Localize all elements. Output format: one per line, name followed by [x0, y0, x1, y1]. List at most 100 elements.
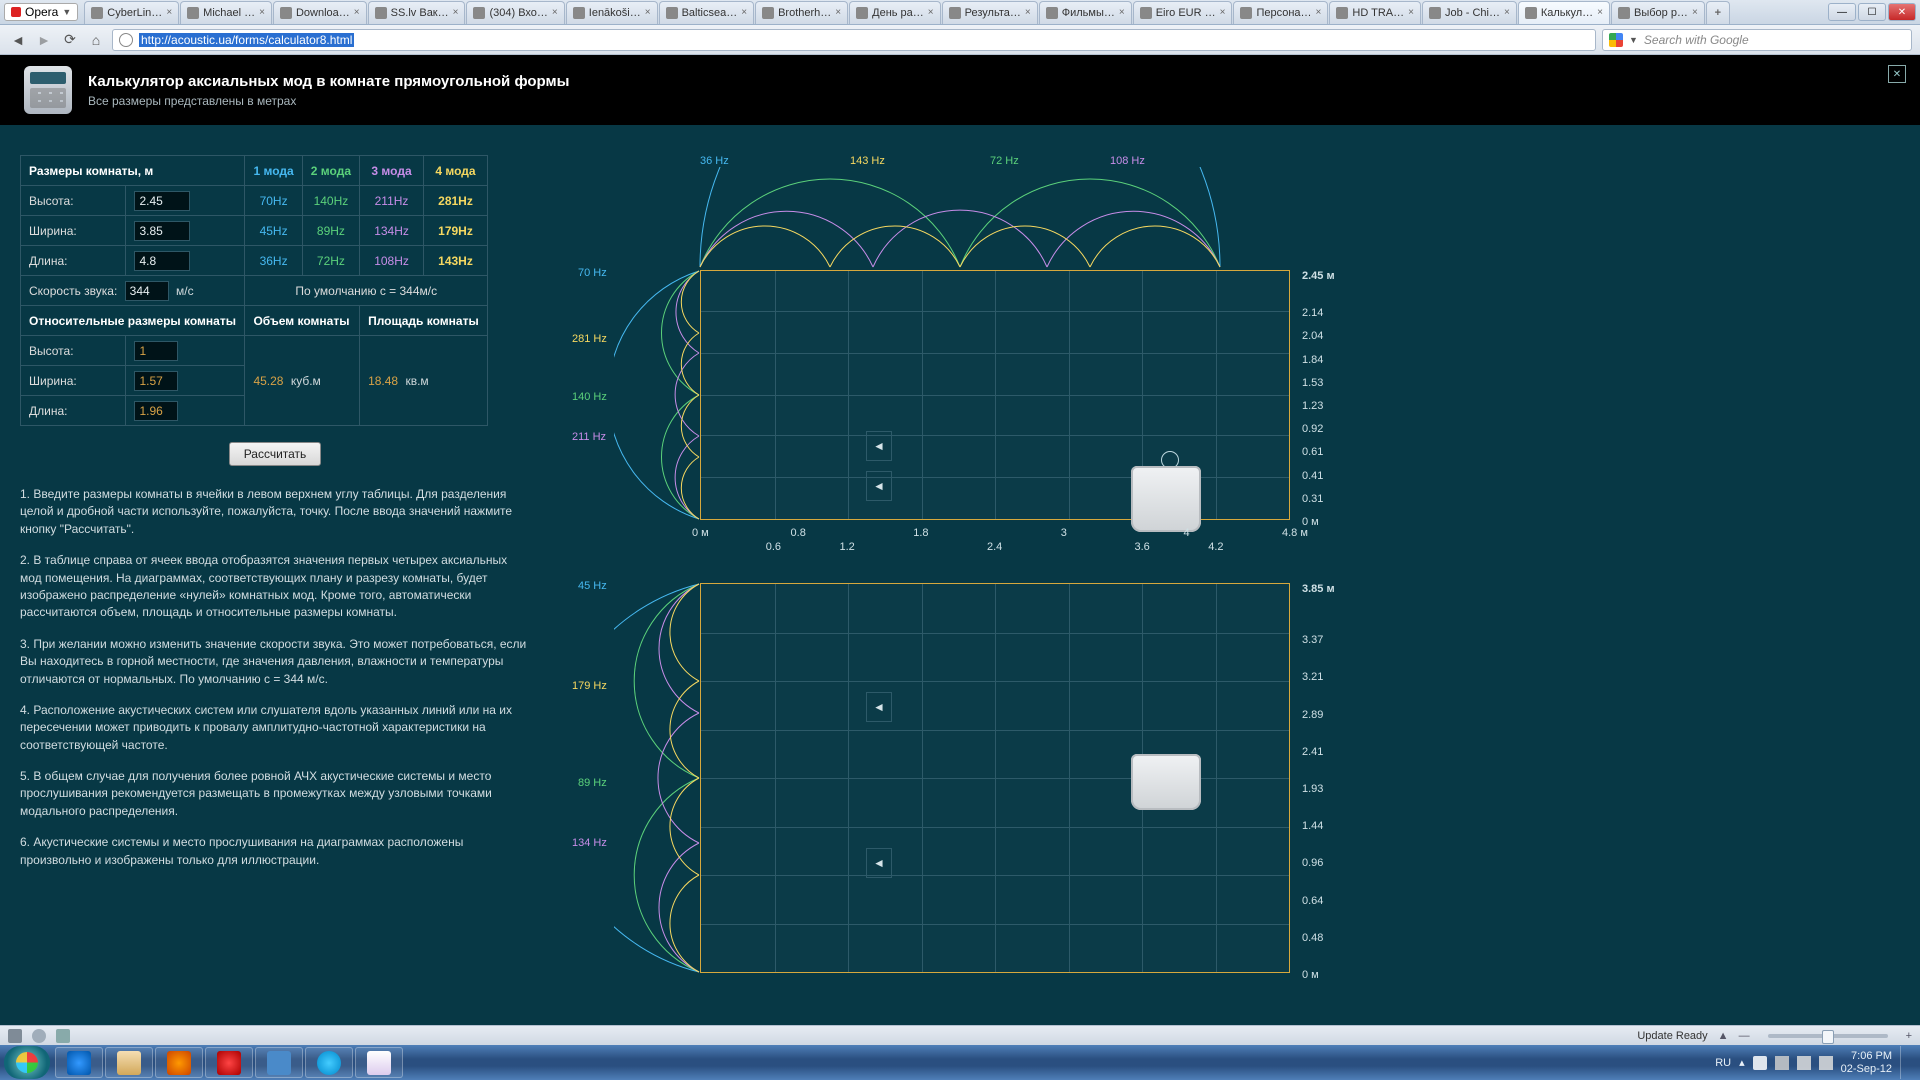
browser-tab[interactable]: Персона…×: [1233, 1, 1328, 24]
browser-tab[interactable]: HD TRA…×: [1329, 1, 1421, 24]
tab-close-icon[interactable]: ×: [1597, 7, 1603, 18]
browser-tab[interactable]: Фильмы…×: [1039, 1, 1132, 24]
tab-label: Downloa…: [296, 7, 350, 19]
link-icon[interactable]: [56, 1029, 70, 1043]
sound-speed-input[interactable]: [125, 281, 169, 301]
window-minimize-button[interactable]: —: [1828, 3, 1856, 21]
taskbar-app[interactable]: [255, 1047, 303, 1078]
browser-tab[interactable]: Job - Chi…×: [1422, 1, 1517, 24]
tab-close-icon[interactable]: ×: [1119, 7, 1125, 18]
tab-close-icon[interactable]: ×: [1692, 7, 1698, 18]
panel-close-button[interactable]: ✕: [1888, 65, 1906, 83]
width-input[interactable]: [134, 221, 190, 241]
rel-width-input[interactable]: [134, 371, 178, 391]
chevron-up-icon[interactable]: ▲: [1718, 1030, 1729, 1042]
browser-tab[interactable]: Ienākoši…×: [566, 1, 658, 24]
start-button[interactable]: [4, 1046, 50, 1079]
browser-tab[interactable]: Michael …×: [180, 1, 272, 24]
system-tray: RU ▴ 7:06 PM 02-Sep-12: [1715, 1046, 1916, 1079]
calculator-icon: [24, 66, 72, 114]
freq-label: 211 Hz: [572, 431, 606, 443]
browser-tab[interactable]: (304) Вхо…×: [466, 1, 564, 24]
instruction-paragraph: 4. Расположение акустических систем или …: [20, 702, 530, 754]
tab-close-icon[interactable]: ×: [1025, 7, 1031, 18]
browser-tab[interactable]: SS.lv Вак…×: [368, 1, 466, 24]
window-titlebar: Opera ▼ CyberLin…×Michael …×Downloa…×SS.…: [0, 0, 1920, 25]
window-close-button[interactable]: ✕: [1888, 3, 1916, 21]
tab-close-icon[interactable]: ×: [1220, 7, 1226, 18]
app-menu-button[interactable]: Opera ▼: [4, 3, 78, 21]
freq-label: 140 Hz: [572, 391, 607, 403]
browser-tab[interactable]: Калькул…×: [1518, 1, 1610, 24]
favicon-icon: [375, 7, 387, 19]
browser-tab[interactable]: Brotherh…×: [755, 1, 848, 24]
home-button[interactable]: ⌂: [86, 30, 106, 50]
tab-close-icon[interactable]: ×: [453, 7, 459, 18]
taskbar-skype[interactable]: [305, 1047, 353, 1078]
taskbar-notepad[interactable]: [355, 1047, 403, 1078]
back-button[interactable]: ◄: [8, 30, 28, 50]
window-maximize-button[interactable]: ☐: [1858, 3, 1886, 21]
cell: 72Hz: [302, 246, 359, 276]
show-desktop-button[interactable]: [1900, 1046, 1910, 1079]
favicon-icon: [187, 7, 199, 19]
calculate-button[interactable]: Рассчитать: [229, 442, 322, 466]
reload-button[interactable]: ⟳: [60, 30, 80, 50]
tray-clock[interactable]: 7:06 PM 02-Sep-12: [1841, 1050, 1892, 1075]
freq-label: 45 Hz: [578, 580, 607, 592]
tray-flag-icon[interactable]: [1775, 1056, 1789, 1070]
zoom-slider[interactable]: [1768, 1034, 1888, 1038]
tab-close-icon[interactable]: ×: [835, 7, 841, 18]
taskbar-opera[interactable]: [205, 1047, 253, 1078]
length-input[interactable]: [134, 251, 190, 271]
rel-height-input[interactable]: [134, 341, 178, 361]
tab-close-icon[interactable]: ×: [552, 7, 558, 18]
forward-button[interactable]: ►: [34, 30, 54, 50]
tray-network-icon[interactable]: [1797, 1056, 1811, 1070]
favicon-icon: [1240, 7, 1252, 19]
keyboard-lang[interactable]: RU: [1715, 1057, 1731, 1069]
axis-tick: 0.96: [1302, 857, 1323, 869]
tray-volume-icon[interactable]: [1819, 1056, 1833, 1070]
taskbar-wmp[interactable]: [155, 1047, 203, 1078]
tab-label: Выбор р…: [1634, 7, 1688, 19]
tab-close-icon[interactable]: ×: [928, 7, 934, 18]
browser-tab[interactable]: Выбор р… ×: [1611, 1, 1705, 24]
chevron-up-icon[interactable]: ▴: [1739, 1056, 1745, 1069]
tab-close-icon[interactable]: ×: [1504, 7, 1510, 18]
freq-label: 179 Hz: [572, 680, 607, 692]
mode4-header: 4 мода: [424, 156, 488, 186]
tab-close-icon[interactable]: ×: [166, 7, 172, 18]
axis-tick: 0 м: [1302, 969, 1319, 981]
update-ready-label[interactable]: Update Ready: [1637, 1030, 1707, 1042]
browser-tab[interactable]: День ра…×: [849, 1, 941, 24]
axis-tick: 3.6: [1135, 541, 1150, 553]
new-tab-button[interactable]: +: [1706, 1, 1730, 24]
browser-tab[interactable]: Downloa… ×: [273, 1, 367, 24]
tab-close-icon[interactable]: ×: [354, 7, 360, 18]
url-text: http://acoustic.ua/forms/calculator8.htm…: [139, 33, 354, 47]
room-section-upper: [700, 270, 1290, 520]
instruction-paragraph: 2. В таблице справа от ячеек ввода отобр…: [20, 552, 530, 622]
browser-tab[interactable]: Balticsea…×: [659, 1, 754, 24]
browser-tab[interactable]: Результа…×: [942, 1, 1038, 24]
search-field[interactable]: ▼ Search with Google: [1602, 29, 1912, 51]
rel-length-input[interactable]: [134, 401, 178, 421]
tab-close-icon[interactable]: ×: [259, 7, 265, 18]
rel-l-label: Длина:: [21, 396, 126, 426]
tab-close-icon[interactable]: ×: [1408, 7, 1414, 18]
taskbar-ie[interactable]: [55, 1047, 103, 1078]
sync-icon[interactable]: [32, 1029, 46, 1043]
height-input[interactable]: [134, 191, 190, 211]
tab-close-icon[interactable]: ×: [1316, 7, 1322, 18]
panel-icon[interactable]: [8, 1029, 22, 1043]
browser-tab[interactable]: Eiro EUR …×: [1133, 1, 1233, 24]
cell: 134Hz: [360, 216, 424, 246]
address-bar[interactable]: http://acoustic.ua/forms/calculator8.htm…: [112, 29, 1596, 51]
search-engine-dropdown-icon[interactable]: ▼: [1629, 35, 1638, 45]
tab-close-icon[interactable]: ×: [741, 7, 747, 18]
browser-tab[interactable]: CyberLin…×: [84, 1, 179, 24]
tab-close-icon[interactable]: ×: [645, 7, 651, 18]
tray-icon[interactable]: [1753, 1056, 1767, 1070]
taskbar-explorer[interactable]: [105, 1047, 153, 1078]
